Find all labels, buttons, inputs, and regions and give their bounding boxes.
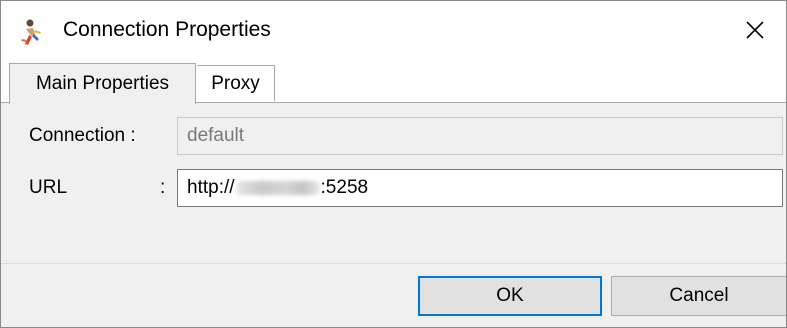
ok-button[interactable]: OK xyxy=(418,276,602,316)
connection-properties-dialog: Connection Properties Main Properties Pr… xyxy=(0,0,787,328)
connection-field: default xyxy=(177,117,783,155)
url-prefix: http:// xyxy=(187,177,235,198)
person-run-icon xyxy=(19,19,45,47)
button-separator xyxy=(1,263,786,264)
tab-proxy[interactable]: Proxy xyxy=(197,65,275,101)
url-input[interactable]: http:// :5258 xyxy=(177,169,783,207)
url-suffix: :5258 xyxy=(320,177,369,198)
title-bar: Connection Properties xyxy=(1,1,786,63)
url-label: URL xyxy=(29,177,68,198)
connection-label: Connection : xyxy=(29,125,136,146)
tab-strip: Main Properties Proxy xyxy=(1,63,786,104)
main-properties-panel: Connection : default URL : http:// :5258 xyxy=(1,103,786,263)
close-icon xyxy=(745,20,765,45)
redacted-host xyxy=(235,181,320,195)
window-title: Connection Properties xyxy=(63,18,271,41)
close-button[interactable] xyxy=(724,1,786,63)
url-colon: : xyxy=(160,177,166,198)
tab-main-properties[interactable]: Main Properties xyxy=(9,63,196,104)
connection-value: default xyxy=(187,125,245,146)
cancel-button[interactable]: Cancel xyxy=(611,276,786,316)
